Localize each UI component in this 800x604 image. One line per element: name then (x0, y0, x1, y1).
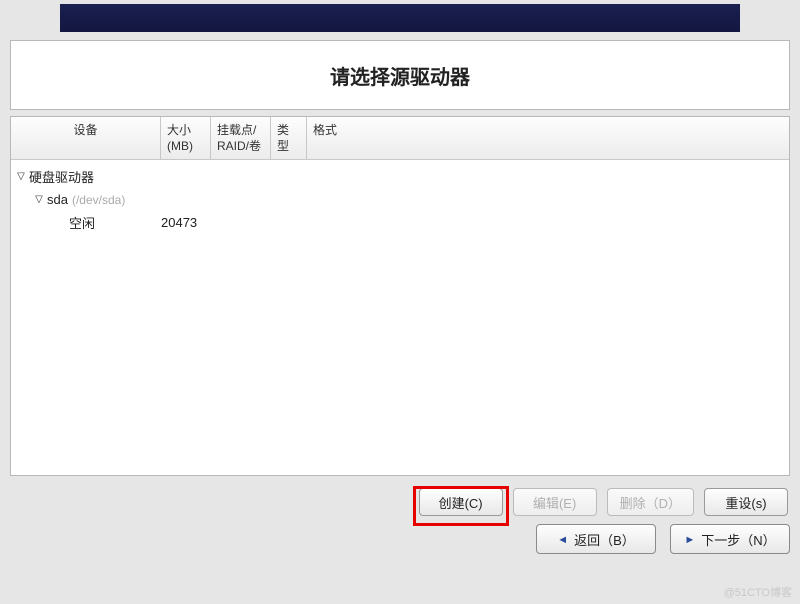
edit-button: 编辑(E) (513, 488, 597, 516)
tree-label-sda: sda (47, 192, 68, 207)
table-body[interactable]: ▽ 硬盘驱动器 ▽ sda (/dev/sda) 空闲 20473 (11, 160, 789, 475)
reset-button[interactable]: 重设(s) (704, 488, 788, 516)
arrow-right-icon (684, 532, 695, 547)
tree-row-sda[interactable]: ▽ sda (/dev/sda) (11, 189, 789, 210)
tree-row-free[interactable]: 空闲 20473 (11, 210, 789, 235)
nav-bar: 返回（B） 下一步（N） (10, 524, 790, 554)
free-size: 20473 (161, 215, 197, 230)
delete-button: 删除（D） (607, 488, 694, 516)
col-format[interactable]: 格式 (307, 117, 343, 159)
table-header-row: 设备 大小 (MB) 挂载点/ RAID/卷 类型 格式 (11, 117, 789, 160)
tree-row-harddrives[interactable]: ▽ 硬盘驱动器 (11, 164, 789, 189)
back-button[interactable]: 返回（B） (536, 524, 656, 554)
partition-table-panel: 设备 大小 (MB) 挂载点/ RAID/卷 类型 格式 ▽ 硬盘驱动器 ▽ s… (10, 116, 790, 476)
chevron-down-icon[interactable]: ▽ (33, 194, 45, 205)
tree-path-sda: (/dev/sda) (72, 193, 125, 207)
arrow-left-icon (557, 532, 568, 547)
top-banner (60, 4, 740, 32)
next-button[interactable]: 下一步（N） (670, 524, 790, 554)
page-title: 请选择源驱动器 (330, 61, 470, 90)
title-panel: 请选择源驱动器 (10, 40, 790, 110)
action-bar: 创建(C) 编辑(E) 删除（D） 重设(s) (10, 482, 790, 518)
chevron-down-icon[interactable]: ▽ (15, 171, 27, 182)
col-type[interactable]: 类型 (271, 117, 307, 159)
col-device[interactable]: 设备 (11, 117, 161, 159)
tree-label-harddrives: 硬盘驱动器 (29, 167, 94, 186)
col-size[interactable]: 大小 (MB) (161, 117, 211, 159)
free-label: 空闲 (69, 213, 161, 232)
next-button-label: 下一步（N） (701, 530, 775, 549)
create-button[interactable]: 创建(C) (419, 488, 503, 516)
back-button-label: 返回（B） (574, 530, 635, 549)
watermark: @51CTO博客 (724, 584, 792, 600)
col-mount[interactable]: 挂载点/ RAID/卷 (211, 117, 271, 159)
